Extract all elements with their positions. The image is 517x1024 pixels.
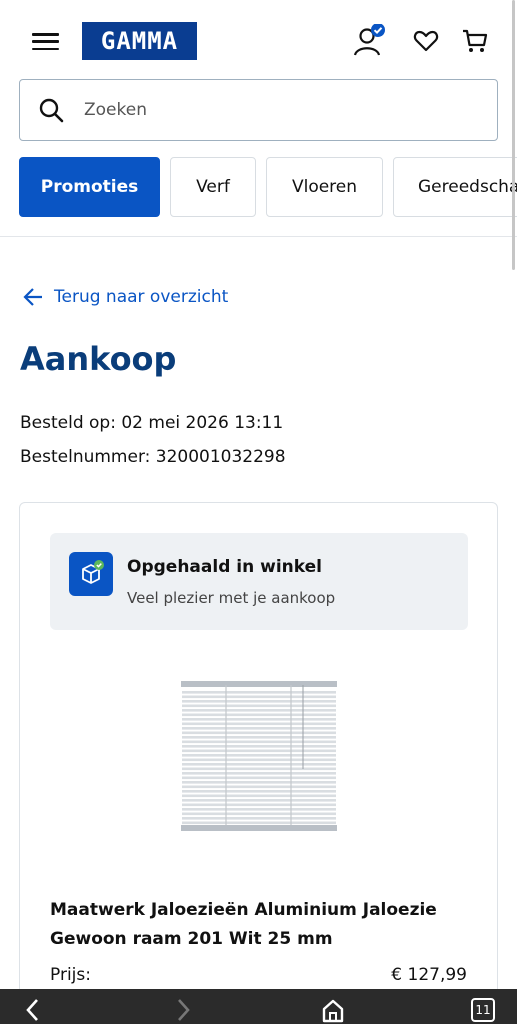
gamma-logo[interactable]: GAMMA: [82, 22, 197, 60]
status-subtitle: Veel plezier met je aankoop: [127, 589, 336, 607]
header-divider: [0, 236, 517, 237]
browser-home-icon[interactable]: [318, 995, 348, 1024]
scrollbar[interactable]: [512, 0, 515, 270]
search-input[interactable]: [84, 100, 444, 120]
product-image[interactable]: [181, 679, 337, 833]
package-check-icon: [69, 552, 113, 596]
category-nav: Promoties Verf Vloeren Gereedschap: [19, 157, 517, 217]
logo-text: GAMMA: [100, 27, 179, 55]
order-card: Opgehaald in winkel Veel plezier met je …: [19, 502, 498, 1024]
back-to-overview-link[interactable]: Terug naar overzicht: [22, 287, 228, 307]
site-header: GAMMA: [0, 0, 517, 80]
pickup-status: Opgehaald in winkel Veel plezier met je …: [50, 533, 468, 630]
account-icon[interactable]: [352, 24, 386, 58]
category-vloeren[interactable]: Vloeren: [266, 157, 383, 217]
cart-icon[interactable]: [458, 24, 492, 58]
status-title: Opgehaald in winkel: [127, 557, 322, 577]
category-promoties[interactable]: Promoties: [19, 157, 160, 217]
search-icon: [39, 98, 64, 123]
browser-back-icon[interactable]: [18, 995, 48, 1024]
browser-toolbar: 11: [0, 989, 517, 1024]
order-number: Bestelnummer: 320001032298: [20, 447, 286, 467]
tab-count: 11: [471, 998, 495, 1022]
back-link-label: Terug naar overzicht: [54, 287, 229, 307]
menu-icon[interactable]: [32, 33, 59, 50]
search-bar[interactable]: [19, 79, 498, 141]
browser-tabs-icon[interactable]: 11: [468, 995, 498, 1024]
order-date: Besteld op: 02 mei 2026 13:11: [20, 413, 284, 433]
price-value: € 127,99: [391, 965, 467, 985]
category-verf[interactable]: Verf: [170, 157, 256, 217]
browser-forward-icon[interactable]: [168, 995, 198, 1024]
page-title: Aankoop: [20, 340, 177, 378]
arrow-left-icon: [23, 288, 42, 306]
heart-icon[interactable]: [409, 24, 443, 58]
price-label: Prijs:: [50, 965, 91, 985]
category-gereedschap[interactable]: Gereedschap: [393, 157, 517, 217]
product-name[interactable]: Maatwerk Jaloezieën Aluminium Jaloezie G…: [50, 896, 470, 954]
